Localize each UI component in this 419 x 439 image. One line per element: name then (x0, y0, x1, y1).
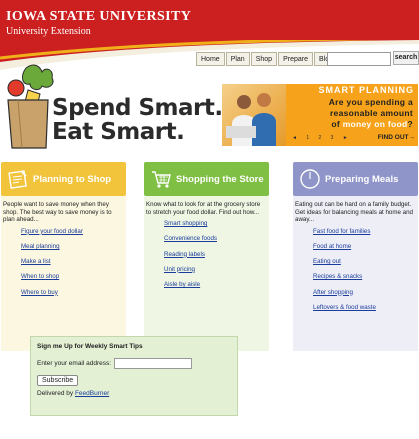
preparing-meals-section: Preparing Meals Eating out can be hard o… (293, 162, 418, 351)
shopping-the-store-section: Shopping the Store Know what to look for… (144, 162, 269, 351)
delivered-by: Delivered by FeedBurner (37, 390, 231, 397)
people-icon (226, 93, 276, 146)
cart-icon (152, 171, 171, 188)
subscribe-button[interactable]: Subscribe (37, 375, 79, 386)
email-label: Enter your email address: (37, 360, 112, 367)
preparing-body: Eating out can be hard on a family budge… (293, 196, 418, 351)
shopping-header[interactable]: Shopping the Store (144, 162, 269, 196)
banner-pager[interactable]: ◄ 1 2 3 ► (292, 135, 352, 141)
feedburner-link[interactable]: FeedBurner (75, 390, 109, 397)
link-smart-shopping[interactable]: Smart shopping (164, 220, 267, 228)
link-food-at-home[interactable]: Food at home (313, 243, 416, 251)
shopping-body: Know what to look for at the grocery sto… (144, 196, 269, 351)
planning-to-shop-section: Planning to Shop People want to save mon… (1, 162, 126, 351)
logo-line-1: Spend Smart. (52, 95, 223, 121)
notepad-icon (8, 170, 27, 189)
link-recipes-snacks[interactable]: Recipes & snacks (313, 273, 416, 281)
link-after-shopping[interactable]: After shopping (313, 289, 416, 297)
link-figure-food-dollar[interactable]: Figure your food dollar (21, 228, 124, 236)
link-where-to-buy[interactable]: Where to buy (21, 289, 124, 297)
search-input[interactable] (327, 52, 391, 66)
planning-body: People want to save money when they shop… (1, 196, 126, 351)
shopping-title: Shopping the Store (176, 173, 264, 185)
find-out-link[interactable]: FIND OUT→ (378, 134, 415, 141)
link-aisle-by-aisle[interactable]: Aisle by aisle (164, 281, 267, 289)
banner-q1: Are you spending a (328, 97, 413, 107)
main-nav: Home Plan Shop Prepare Blog (196, 52, 339, 67)
link-convenience-foods[interactable]: Convenience foods (164, 235, 267, 243)
link-leftovers-food-waste[interactable]: Leftovers & food waste (313, 304, 416, 312)
site-logo[interactable]: Spend Smart. Eat Smart. (52, 96, 223, 144)
link-meal-planning[interactable]: Meal planning (21, 243, 124, 251)
university-subtitle[interactable]: University Extension (6, 26, 91, 37)
search-button[interactable]: search (393, 51, 419, 65)
banner-heading: SMART PLANNING (318, 85, 414, 95)
planning-title: Planning to Shop (33, 173, 112, 185)
planning-intro: People want to save money when they shop… (3, 201, 112, 224)
smart-planning-banner[interactable]: SMART PLANNING Are you spending a reason… (222, 84, 418, 146)
grocery-bag-icon (7, 64, 54, 149)
link-eating-out[interactable]: Eating out (313, 258, 416, 266)
planning-header[interactable]: Planning to Shop (1, 162, 126, 196)
link-reading-labels[interactable]: Reading labels (164, 251, 267, 259)
email-field[interactable] (114, 358, 193, 369)
banner-question: Are you spending a reasonable amount of … (288, 97, 416, 130)
link-unit-pricing[interactable]: Unit pricing (164, 266, 267, 274)
banner-q2: reasonable amount (329, 108, 413, 118)
link-when-to-shop[interactable]: When to shop (21, 273, 124, 281)
university-name[interactable]: Iowa State University (6, 9, 191, 25)
link-fast-food-families[interactable]: Fast food for families (313, 228, 416, 236)
delivered-prefix: Delivered by (37, 390, 75, 397)
couple-photo (222, 84, 286, 146)
preparing-header[interactable]: Preparing Meals (293, 162, 418, 196)
shopping-intro: Know what to look for at the grocery sto… (146, 201, 261, 216)
banner-q3-post: ? (407, 119, 413, 129)
banner-q3-pre: of (331, 119, 343, 129)
preparing-title: Preparing Meals (325, 173, 399, 185)
banner-q3-highlight: money on food (342, 119, 408, 129)
newsletter-signup: Sign me Up for Weekly Smart Tips Enter y… (30, 336, 238, 416)
nav-prepare[interactable]: Prepare (278, 52, 313, 66)
nav-home[interactable]: Home (196, 52, 225, 66)
link-make-a-list[interactable]: Make a list (21, 258, 124, 266)
nav-plan[interactable]: Plan (225, 52, 250, 66)
nav-shop[interactable]: Shop (250, 52, 278, 66)
signup-heading: Sign me Up for Weekly Smart Tips (37, 343, 143, 350)
logo-line-2: Eat Smart. (52, 119, 185, 146)
preparing-intro: Eating out can be hard on a family budge… (295, 201, 413, 224)
clock-icon (300, 169, 320, 189)
